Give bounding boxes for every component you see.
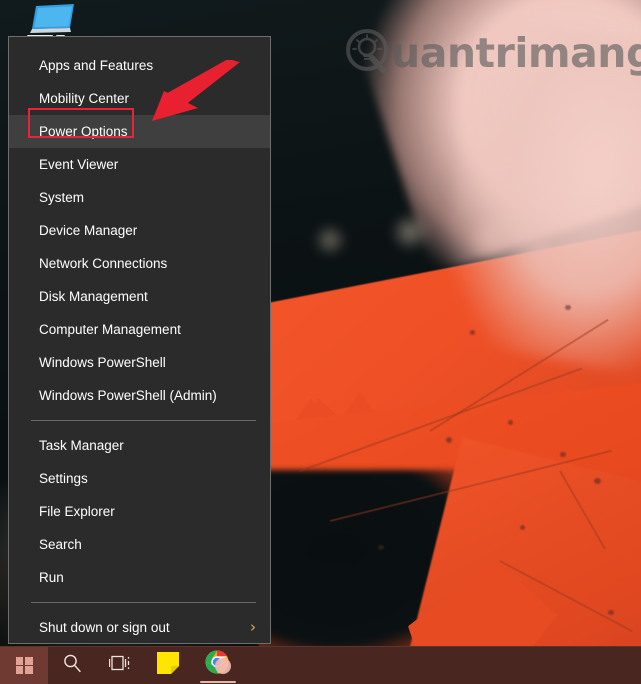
taskbar — [0, 646, 641, 684]
menu-item-label: System — [39, 190, 85, 205]
menu-item-search[interactable]: Search — [9, 528, 270, 561]
menu-item-windows-powershell[interactable]: Windows PowerShell — [9, 346, 270, 379]
task-view-icon — [108, 654, 131, 677]
menu-item-label: Windows PowerShell (Admin) — [39, 388, 217, 403]
menu-separator — [31, 602, 256, 603]
menu-item-label: Event Viewer — [39, 157, 119, 172]
leaf-spot — [608, 610, 614, 615]
menu-item-label: Task Manager — [39, 438, 124, 453]
menu-item-label: Shut down or sign out — [39, 620, 170, 635]
sticky-notes-button[interactable] — [144, 647, 192, 684]
menu-separator — [31, 420, 256, 421]
leaf-spot — [508, 420, 513, 425]
menu-item-label: Settings — [39, 471, 88, 486]
leaf-spot — [594, 478, 601, 484]
leaf-spot — [446, 437, 452, 443]
menu-item-label: File Explorer — [39, 504, 115, 519]
menu-item-settings[interactable]: Settings — [9, 462, 270, 495]
menu-item-apps-and-features[interactable]: Apps and Features — [9, 49, 270, 82]
chrome-button[interactable] — [192, 647, 244, 684]
leaf-spot — [378, 545, 384, 550]
menu-item-label: Power Options — [39, 124, 128, 139]
windows-logo-icon — [15, 657, 33, 674]
menu-item-computer-management[interactable]: Computer Management — [9, 313, 270, 346]
chevron-right-icon: › — [250, 618, 256, 636]
menu-top-padding — [9, 37, 270, 49]
menu-item-run[interactable]: Run — [9, 561, 270, 594]
menu-item-file-explorer[interactable]: File Explorer — [9, 495, 270, 528]
menu-item-system[interactable]: System — [9, 181, 270, 214]
search-icon — [62, 653, 82, 678]
menu-item-windows-powershell-admin[interactable]: Windows PowerShell (Admin) — [9, 379, 270, 412]
menu-item-label: Apps and Features — [39, 58, 154, 73]
search-button[interactable] — [48, 647, 96, 684]
winx-context-menu[interactable]: Apps and Features Mobility Center Power … — [8, 36, 271, 668]
leaf-spot — [565, 305, 571, 310]
menu-item-label: Device Manager — [39, 223, 138, 238]
chrome-icon — [204, 649, 232, 682]
menu-item-power-options[interactable]: Power Options — [9, 115, 270, 148]
start-button[interactable] — [0, 647, 48, 684]
task-view-button[interactable] — [96, 647, 144, 684]
menu-item-mobility-center[interactable]: Mobility Center — [9, 82, 270, 115]
menu-item-label: Disk Management — [39, 289, 148, 304]
menu-item-label: Computer Management — [39, 322, 181, 337]
leaf-spot — [560, 452, 566, 457]
taskbar-running-indicator — [200, 681, 236, 683]
menu-item-label: Mobility Center — [39, 91, 130, 106]
menu-item-device-manager[interactable]: Device Manager — [9, 214, 270, 247]
menu-item-label: Windows PowerShell — [39, 355, 166, 370]
menu-item-disk-management[interactable]: Disk Management — [9, 280, 270, 313]
menu-item-label: Network Connections — [39, 256, 168, 271]
leaf-spot — [470, 330, 475, 335]
menu-item-task-manager[interactable]: Task Manager — [9, 429, 270, 462]
sticky-notes-icon — [157, 652, 179, 679]
menu-item-label: Search — [39, 537, 82, 552]
menu-item-shut-down-or-sign-out[interactable]: Shut down or sign out › — [9, 611, 270, 644]
menu-item-event-viewer[interactable]: Event Viewer — [9, 148, 270, 181]
leaf-spot — [520, 525, 525, 530]
menu-item-network-connections[interactable]: Network Connections — [9, 247, 270, 280]
menu-item-label: Run — [39, 570, 64, 585]
screen-root: uantrimang Apps and Features Mobility Ce… — [0, 0, 641, 684]
